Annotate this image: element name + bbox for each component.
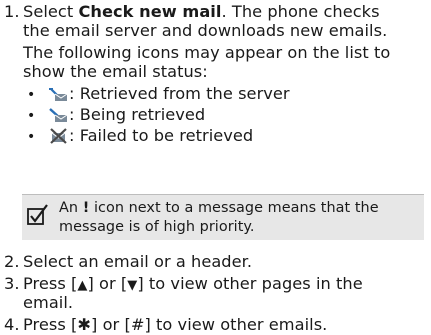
check-new-mail-option: Check new mail	[78, 2, 222, 21]
step-text: Select an email or a header.	[23, 252, 253, 271]
up-key-icon: ▲	[77, 278, 88, 293]
status-label: : Being retrieved	[69, 105, 206, 124]
bullet-icon: •	[27, 87, 36, 103]
note-text: icon next to a message means that the	[89, 200, 379, 216]
step-4: 4. Press [✱] or [#] to view other emails.	[4, 315, 327, 335]
status-item: • : Retrieved from the server	[27, 84, 290, 105]
note-box: An ! icon next to a message means that t…	[22, 194, 424, 240]
note-line-1: An ! icon next to a message means that t…	[59, 200, 379, 217]
step-1-line-2: the email server and downloads new email…	[23, 21, 388, 40]
status-label: : Retrieved from the server	[69, 84, 290, 103]
status-item: • : Failed to be retrieved	[27, 126, 253, 147]
note-text: An	[59, 200, 83, 216]
step-text: Press [	[23, 274, 78, 293]
step-1-line-4: show the email status:	[23, 62, 208, 81]
step-1-line-3: The following icons may appear on the li…	[23, 43, 391, 62]
step-2: 2. Select an email or a header.	[4, 252, 252, 272]
step-number: 3.	[4, 274, 20, 293]
status-item: • : Being retrieved	[27, 105, 205, 126]
step-number: 1.	[4, 2, 20, 21]
retrieved-envelope-icon	[48, 85, 68, 102]
bullet-icon: •	[27, 108, 36, 124]
step-text: ] to view other emails.	[144, 315, 328, 334]
step-3-line-2: email.	[23, 293, 74, 312]
status-label: : Failed to be retrieved	[69, 126, 254, 145]
star-key-icon: ✱	[77, 315, 92, 334]
bullet-icon: •	[27, 129, 36, 145]
note-line-2: message is of high priority.	[59, 219, 255, 235]
step-text: ] or [	[87, 274, 128, 293]
retrieving-envelope-icon	[48, 106, 68, 123]
step-number: 4.	[4, 315, 20, 334]
step-text: ] to view other pages in the	[137, 274, 363, 293]
step-number: 2.	[4, 252, 20, 271]
down-key-icon: ▼	[127, 278, 138, 293]
hash-key-icon: #	[130, 315, 145, 334]
step-text: Select	[23, 2, 79, 21]
step-text: . The phone checks	[221, 2, 380, 21]
checkmark-note-icon	[26, 203, 50, 227]
step-text: ] or [	[91, 315, 131, 334]
failed-envelope-icon	[48, 127, 68, 144]
step-text: Press [	[23, 315, 78, 334]
step-1: 1. Select Check new mail. The phone check…	[4, 2, 380, 22]
